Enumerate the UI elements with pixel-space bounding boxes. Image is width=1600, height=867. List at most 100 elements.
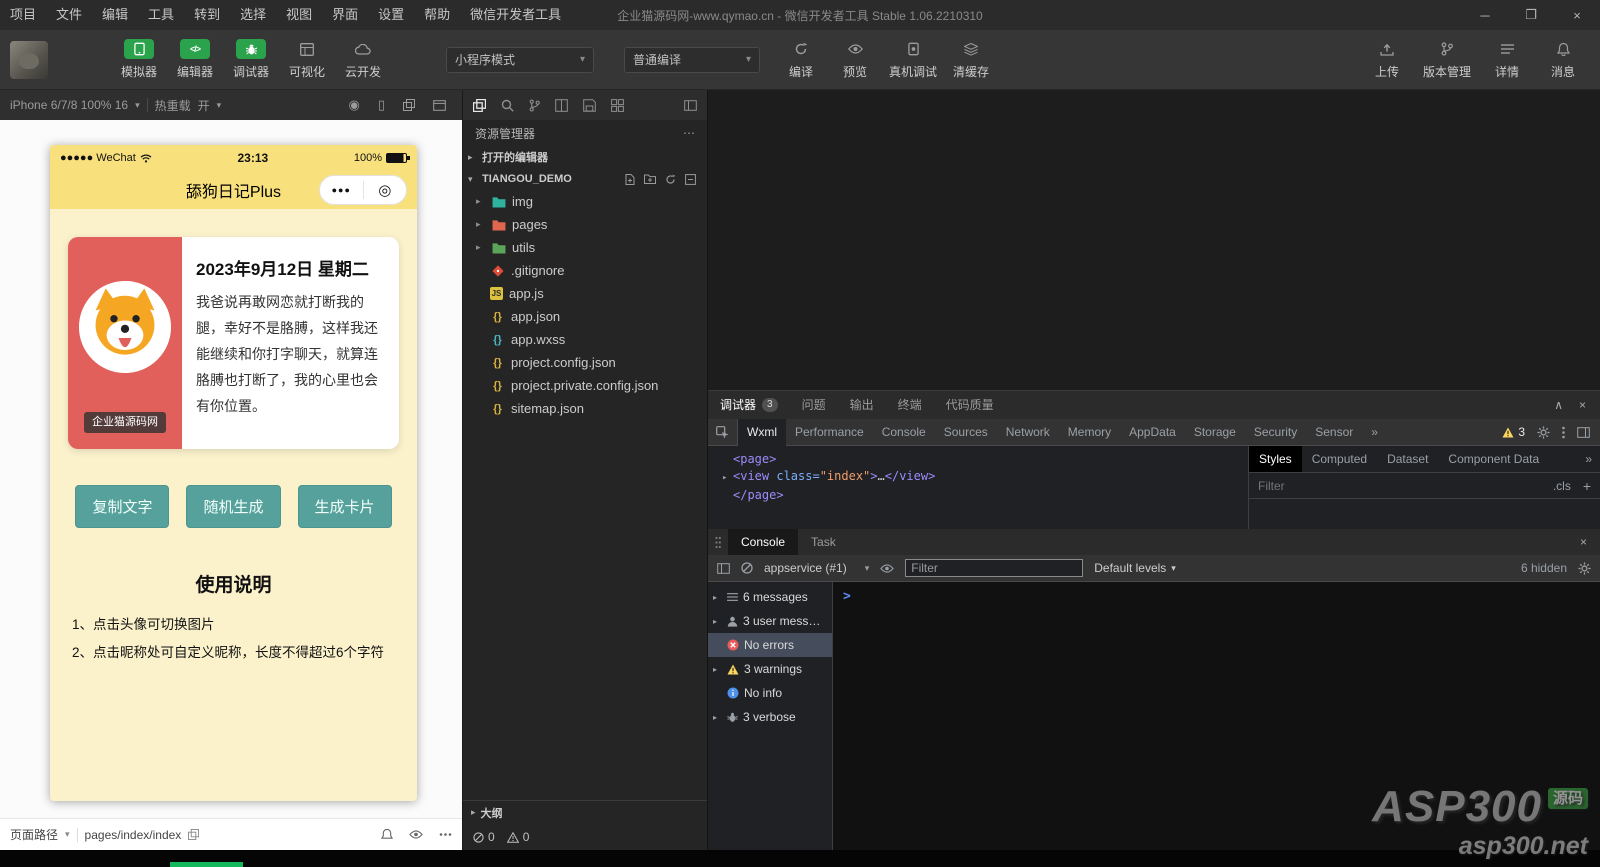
menu-tools[interactable]: 工具 bbox=[138, 0, 184, 30]
eye-icon[interactable] bbox=[409, 830, 423, 839]
context-select[interactable]: appservice (#1) ▾ bbox=[764, 561, 869, 575]
dom-tree[interactable]: <page> ▸ <view class="index">…</view> </p… bbox=[708, 446, 1248, 529]
multi-window-icon[interactable] bbox=[433, 99, 446, 111]
copy-icon[interactable] bbox=[188, 829, 200, 840]
screenshot-icon[interactable] bbox=[403, 99, 415, 111]
warnings-chip[interactable]: 3 bbox=[1502, 425, 1525, 439]
hot-reload-toggle[interactable]: 开 bbox=[198, 97, 210, 114]
tab-computed[interactable]: Computed bbox=[1302, 446, 1377, 472]
maximize-icon[interactable]: ❐ bbox=[1508, 0, 1554, 30]
upload-button[interactable]: 上传 bbox=[1362, 39, 1412, 80]
debugger-toggle-button[interactable]: 调试器 bbox=[226, 39, 276, 80]
compile-button[interactable]: 编译 bbox=[776, 39, 826, 80]
preview-button[interactable]: 预览 bbox=[830, 39, 880, 80]
chevron-down-icon[interactable]: ▾ bbox=[65, 829, 70, 840]
log-levels-select[interactable]: Default levels ▾ bbox=[1094, 561, 1176, 575]
menu-help[interactable]: 帮助 bbox=[414, 0, 460, 30]
eye-icon[interactable] bbox=[880, 563, 894, 573]
tab-terminal[interactable]: 终端 bbox=[886, 391, 934, 419]
compile-mode-select[interactable]: 普通编译 ▾ bbox=[624, 46, 760, 73]
details-button[interactable]: 详情 bbox=[1482, 39, 1532, 80]
console-filter-input[interactable] bbox=[905, 559, 1084, 577]
sidebar-item-user-messages[interactable]: ▸ 3 user mess… bbox=[708, 609, 832, 633]
tab-console[interactable]: Console bbox=[728, 529, 799, 555]
devtools-tab-console[interactable]: Console bbox=[873, 419, 935, 446]
tree-item-sitemap[interactable]: {} sitemap.json bbox=[463, 397, 707, 420]
clear-console-icon[interactable] bbox=[741, 562, 753, 574]
version-control-button[interactable]: 版本管理 bbox=[1418, 39, 1476, 80]
expander-icon[interactable]: ▸ bbox=[722, 470, 733, 487]
save-all-icon[interactable] bbox=[583, 98, 596, 112]
sidebar-toggle-icon[interactable] bbox=[717, 562, 730, 574]
editor-toggle-button[interactable]: </> 编辑器 bbox=[170, 39, 220, 80]
tab-debugger[interactable]: 调试器 3 bbox=[708, 391, 790, 419]
tab-styles[interactable]: Styles bbox=[1249, 446, 1302, 472]
more-dots-icon[interactable]: ●●● bbox=[320, 185, 363, 195]
notify-icon[interactable] bbox=[381, 828, 393, 841]
tab-dataset[interactable]: Dataset bbox=[1377, 446, 1438, 472]
minimize-icon[interactable]: ─ bbox=[1462, 0, 1508, 30]
sidebar-item-errors[interactable]: No errors bbox=[708, 633, 832, 657]
tabs-overflow-icon[interactable]: » bbox=[1585, 452, 1600, 466]
devtools-tab-network[interactable]: Network bbox=[997, 419, 1059, 446]
tabs-overflow-icon[interactable]: » bbox=[1362, 419, 1387, 446]
capsule-button[interactable]: ●●● ◎ bbox=[319, 175, 407, 205]
tab-component-data[interactable]: Component Data bbox=[1438, 446, 1549, 472]
new-file-icon[interactable] bbox=[625, 173, 635, 185]
search-icon[interactable] bbox=[501, 99, 514, 112]
device-select[interactable]: iPhone 6/7/8 100% 16 bbox=[10, 98, 128, 112]
close-capsule-icon[interactable]: ◎ bbox=[364, 183, 407, 198]
tree-item-pages[interactable]: ▸ pages bbox=[463, 213, 707, 236]
sidebar-item-messages[interactable]: ▸ 6 messages bbox=[708, 585, 832, 609]
devtools-tab-storage[interactable]: Storage bbox=[1185, 419, 1245, 446]
menu-select[interactable]: 选择 bbox=[230, 0, 276, 30]
tree-item-project-private-config[interactable]: {} project.private.config.json bbox=[463, 374, 707, 397]
close-console-icon[interactable]: × bbox=[1580, 535, 1600, 549]
kebab-menu-icon[interactable] bbox=[1562, 426, 1565, 439]
menu-goto[interactable]: 转到 bbox=[184, 0, 230, 30]
devtools-tab-sensor[interactable]: Sensor bbox=[1306, 419, 1362, 446]
warnings-count[interactable]: 0 bbox=[506, 830, 529, 844]
mode-select[interactable]: 小程序模式 ▾ bbox=[446, 46, 594, 73]
dock-side-icon[interactable] bbox=[1577, 426, 1590, 438]
dom-node-view[interactable]: ▸ <view class="index">…</view> bbox=[722, 468, 1248, 487]
devtools-tab-sources[interactable]: Sources bbox=[935, 419, 997, 446]
devtools-tab-security[interactable]: Security bbox=[1245, 419, 1306, 446]
devtools-tab-performance[interactable]: Performance bbox=[786, 419, 873, 446]
collapse-all-icon[interactable] bbox=[685, 173, 696, 185]
outline-section[interactable]: ▸ 大纲 bbox=[463, 800, 707, 824]
tab-output[interactable]: 输出 bbox=[838, 391, 886, 419]
record-icon[interactable]: ◉ bbox=[349, 97, 360, 113]
source-control-icon[interactable] bbox=[529, 99, 540, 112]
extensions-icon[interactable] bbox=[611, 98, 624, 112]
tab-code-quality[interactable]: 代码质量 bbox=[934, 391, 1006, 419]
devtools-settings-icon[interactable] bbox=[1537, 425, 1550, 439]
user-avatar[interactable] bbox=[10, 40, 48, 79]
menu-edit[interactable]: 编辑 bbox=[92, 0, 138, 30]
project-root-section[interactable]: ▾ TIANGOU_DEMO bbox=[463, 168, 707, 190]
devtools-tab-appdata[interactable]: AppData bbox=[1120, 419, 1185, 446]
menu-devtools[interactable]: 微信开发者工具 bbox=[460, 0, 571, 30]
generate-card-button[interactable]: 生成卡片 bbox=[297, 485, 392, 528]
sidebar-item-verbose[interactable]: ▸ 3 verbose bbox=[708, 705, 832, 729]
panel-layout-icon[interactable] bbox=[684, 99, 697, 111]
drag-handle-icon[interactable] bbox=[708, 536, 728, 549]
devtools-tab-memory[interactable]: Memory bbox=[1059, 419, 1120, 446]
sidebar-item-warnings[interactable]: ▸ 3 warnings bbox=[708, 657, 832, 681]
console-output[interactable]: > bbox=[833, 582, 1600, 850]
random-generate-button[interactable]: 随机生成 bbox=[186, 485, 281, 528]
editor-layout-icon[interactable] bbox=[555, 98, 568, 112]
menu-project[interactable]: 项目 bbox=[0, 0, 46, 30]
copy-text-button[interactable]: 复制文字 bbox=[75, 485, 170, 528]
close-icon[interactable]: × bbox=[1554, 0, 1600, 30]
tree-item-gitignore[interactable]: .gitignore bbox=[463, 259, 707, 282]
new-folder-icon[interactable] bbox=[644, 174, 656, 184]
new-style-rule-icon[interactable]: + bbox=[1583, 478, 1591, 494]
messages-button[interactable]: 消息 bbox=[1538, 39, 1588, 80]
tree-item-app-wxss[interactable]: {} app.wxss bbox=[463, 328, 707, 351]
errors-count[interactable]: 0 bbox=[473, 830, 495, 844]
tree-item-app-js[interactable]: JS app.js bbox=[463, 282, 707, 305]
styles-filter-input[interactable]: Filter bbox=[1258, 479, 1285, 493]
remote-debug-button[interactable]: 真机调试 bbox=[884, 39, 942, 80]
collapse-panel-icon[interactable]: ∧ bbox=[1554, 398, 1563, 412]
